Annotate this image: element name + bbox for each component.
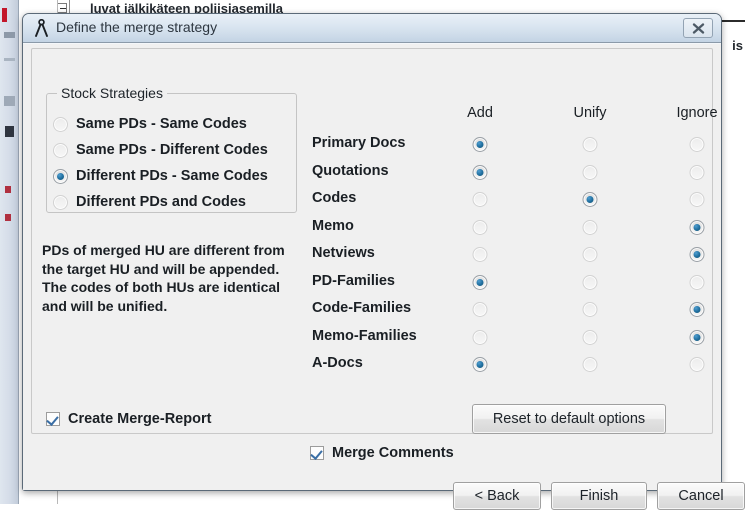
strategy-option-1[interactable]: Same PDs - Different Codes	[53, 142, 268, 158]
radio-codes-ignore[interactable]	[690, 192, 705, 207]
radio-netviews-add[interactable]	[473, 247, 488, 262]
stock-strategies-group: Stock Strategies Same PDs - Same CodesSa…	[46, 93, 297, 213]
matrix-row-label-a-docs: A-Docs	[312, 355, 363, 371]
matrix-column-header-ignore: Ignore	[676, 105, 717, 121]
strategy-option-2[interactable]: Different PDs - Same Codes	[53, 168, 268, 184]
radio-primary-docs-unify[interactable]	[583, 137, 598, 152]
radio-netviews-ignore[interactable]	[690, 247, 705, 262]
radio-code-families-ignore[interactable]	[690, 302, 705, 317]
radio-pd-families-add[interactable]	[473, 275, 488, 290]
radio-quotations-ignore[interactable]	[690, 165, 705, 180]
matrix-row-label-code-families: Code-Families	[312, 300, 411, 316]
radio-icon-strategy-0	[53, 117, 68, 132]
toolbar-icon-2[interactable]	[4, 32, 15, 38]
merge-options-matrix: AddUnifyIgnorePrimary DocsQuotationsCode…	[308, 57, 706, 433]
matrix-row-label-memo-families: Memo-Families	[312, 328, 417, 344]
close-icon	[692, 23, 705, 34]
strategy-option-label: Same PDs - Different Codes	[76, 142, 268, 158]
radio-primary-docs-ignore[interactable]	[690, 137, 705, 152]
toolbar-icon-6[interactable]	[5, 186, 11, 193]
background-right-text: is	[732, 38, 743, 53]
radio-quotations-add[interactable]	[473, 165, 488, 180]
create-merge-report-label: Create Merge-Report	[68, 411, 211, 427]
strategy-option-label: Different PDs and Codes	[76, 194, 246, 210]
radio-memo-add[interactable]	[473, 220, 488, 235]
dialog-body: Stock Strategies Same PDs - Same Codes Sa…	[23, 44, 721, 490]
strategy-option-3[interactable]: Different PDs and Codes	[53, 194, 246, 210]
radio-codes-add[interactable]	[473, 192, 488, 207]
radio-a-docs-ignore[interactable]	[690, 357, 705, 372]
radio-a-docs-unify[interactable]	[583, 357, 598, 372]
radio-quotations-unify[interactable]	[583, 165, 598, 180]
radio-primary-docs-add[interactable]	[473, 137, 488, 152]
strategy-option-0[interactable]: Same PDs - Same Codes	[53, 116, 247, 132]
collapse-toggle-icon[interactable]	[57, 3, 67, 13]
merge-comments-checkbox[interactable]: Merge Comments	[310, 445, 454, 461]
dialog-titlebar[interactable]: Define the merge strategy	[23, 14, 721, 43]
checkbox-icon-create-merge-report	[46, 412, 60, 426]
radio-memo-families-ignore[interactable]	[690, 330, 705, 345]
radio-pd-families-unify[interactable]	[583, 275, 598, 290]
matrix-row-label-primary-docs: Primary Docs	[312, 135, 406, 151]
matrix-row-label-pd-families: PD-Families	[312, 273, 395, 289]
strategy-option-label: Same PDs - Same Codes	[76, 116, 247, 132]
radio-memo-families-unify[interactable]	[583, 330, 598, 345]
matrix-row-label-memo: Memo	[312, 218, 354, 234]
create-merge-report-checkbox[interactable]: Create Merge-Report	[46, 411, 211, 427]
radio-memo-ignore[interactable]	[690, 220, 705, 235]
toolbar-icon-4[interactable]	[4, 96, 15, 106]
merge-comments-label: Merge Comments	[332, 445, 454, 461]
matrix-column-header-add: Add	[467, 105, 493, 121]
matrix-column-header-unify: Unify	[573, 105, 606, 121]
radio-a-docs-add[interactable]	[473, 357, 488, 372]
cancel-button[interactable]: Cancel	[657, 482, 745, 510]
radio-icon-strategy-3	[53, 195, 68, 210]
radio-codes-unify[interactable]	[583, 192, 598, 207]
radio-pd-families-ignore[interactable]	[690, 275, 705, 290]
radio-code-families-unify[interactable]	[583, 302, 598, 317]
dialog-title: Define the merge strategy	[56, 19, 217, 35]
radio-code-families-add[interactable]	[473, 302, 488, 317]
background-left-toolbar[interactable]	[0, 0, 19, 504]
toolbar-icon-5[interactable]	[5, 126, 14, 137]
radio-icon-strategy-1	[53, 143, 68, 158]
back-button[interactable]: < Back	[453, 482, 541, 510]
matrix-row-label-quotations: Quotations	[312, 163, 389, 179]
toolbar-icon-1[interactable]	[2, 8, 7, 22]
radio-memo-unify[interactable]	[583, 220, 598, 235]
merge-compass-icon	[32, 19, 51, 38]
radio-memo-families-add[interactable]	[473, 330, 488, 345]
checkbox-icon-merge-comments	[310, 446, 324, 460]
radio-icon-strategy-2	[53, 169, 68, 184]
strategy-option-label: Different PDs - Same Codes	[76, 168, 268, 184]
finish-button[interactable]: Finish	[551, 482, 647, 510]
matrix-row-label-netviews: Netviews	[312, 245, 375, 261]
close-button[interactable]	[683, 18, 713, 38]
radio-netviews-unify[interactable]	[583, 247, 598, 262]
merge-strategy-dialog: Define the merge strategy Stock Strategi…	[22, 13, 722, 491]
reset-to-default-options-button[interactable]: Reset to default options	[472, 404, 666, 434]
matrix-row-label-codes: Codes	[312, 190, 356, 206]
content-panel: Stock Strategies Same PDs - Same Codes Sa…	[31, 48, 713, 434]
toolbar-icon-3[interactable]	[4, 58, 15, 61]
stock-strategies-legend: Stock Strategies	[57, 85, 167, 101]
strategy-description: PDs of merged HU are different from the …	[42, 241, 290, 315]
toolbar-icon-7[interactable]	[5, 214, 11, 221]
